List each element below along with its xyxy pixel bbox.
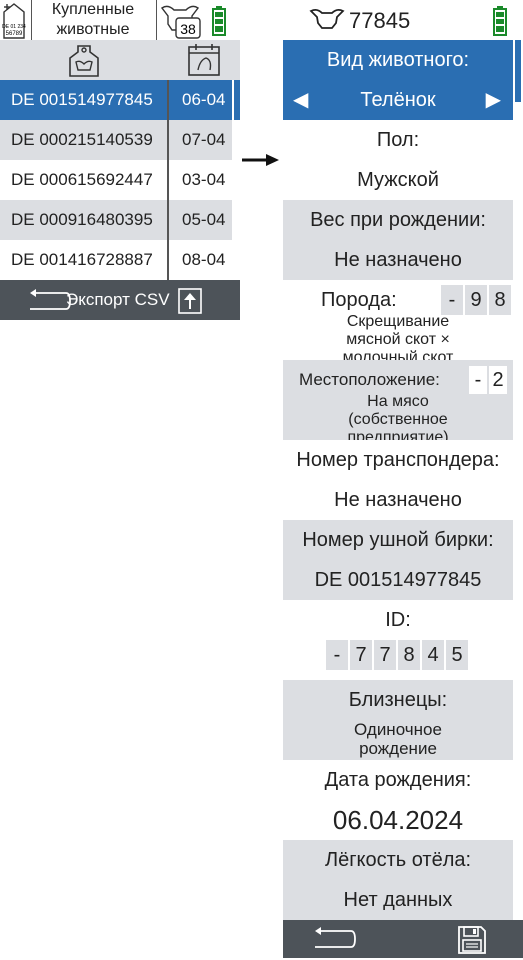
twins-field[interactable]: Близнецы: Одиночное рождение (283, 680, 513, 760)
id-field[interactable]: ID: -77845 (283, 600, 513, 680)
birth-date-field[interactable]: Дата рождения: 06.04.2024 (283, 760, 513, 840)
twins-value: Одиночное рождение (283, 720, 513, 758)
list-row[interactable]: DE 000215140539 07-04 (0, 120, 232, 160)
list-row[interactable]: DE 000615692447 03-04 (0, 160, 232, 200)
calving-ease-value: Нет данных (343, 889, 453, 911)
breed-field[interactable]: Порода: -98 Скрещивание мясной скот × мо… (283, 280, 513, 360)
row-ear-tag: DE 000615692447 (11, 170, 153, 189)
transponder-field[interactable]: Номер транспондера: Не назначено (283, 440, 513, 520)
ear-tag-column-icon[interactable] (68, 42, 100, 78)
sex-value: Мужской (357, 169, 439, 191)
birth-date-label: Дата рождения: (324, 769, 472, 791)
add-ear-tag-icon[interactable]: DE 01 234 56789 (0, 0, 30, 40)
row-date: 06-04 (182, 90, 226, 109)
animal-type-label: Вид животного: (326, 49, 470, 71)
location-digit: 2 (489, 366, 507, 394)
row-date: 08-04 (182, 250, 226, 269)
breed-text-line: Скрещивание (346, 313, 450, 330)
battery-icon (493, 6, 507, 36)
list-scrollbar[interactable] (234, 80, 240, 120)
row-ear-tag: DE 000916480395 (11, 210, 153, 229)
back-arrow-icon[interactable] (311, 926, 357, 952)
list-row[interactable]: DE 001416728887 08-04 (0, 240, 232, 280)
breed-text-line: мясной скот × (346, 331, 450, 348)
location-digit: - (469, 366, 487, 394)
birth-weight-value: Не назначено (334, 249, 462, 271)
list-row[interactable]: DE 000916480395 05-04 (0, 200, 232, 240)
transition-arrow-icon (240, 150, 280, 170)
breed-digit: - (441, 285, 463, 315)
location-field[interactable]: Местоположение: -2 На мясо (собственное … (283, 360, 513, 440)
breed-digit: 9 (465, 285, 487, 315)
row-date: 03-04 (182, 170, 226, 189)
cow-head-icon (309, 8, 345, 30)
left-footer: Экспорт CSV (0, 280, 240, 320)
location-text-line: (собственное (348, 411, 448, 428)
birth-weight-label: Вес при рождении: (310, 209, 486, 231)
right-status-bar: 77845 (283, 0, 523, 40)
breed-text-line: молочный скот (342, 349, 454, 360)
ear-tag-value: DE 001514977845 (314, 569, 482, 591)
upload-icon[interactable] (178, 288, 202, 314)
list-title[interactable]: Купленные животные (31, 0, 155, 40)
animal-type-value: Телёнок (360, 89, 436, 111)
right-footer (283, 920, 523, 958)
location-text-line: На мясо (367, 393, 429, 410)
row-ear-tag: DE 001416728887 (11, 250, 153, 269)
calving-ease-field[interactable]: Лёгкость отёла: Нет данных (283, 840, 513, 920)
list-row[interactable]: DE 001514977845 06-04 (0, 80, 232, 120)
left-header: DE 01 234 56789 Купленные животные 38 (0, 0, 240, 40)
id-digit: 7 (374, 640, 396, 670)
location-description: На мясо (собственное предприятие) (283, 393, 513, 440)
twins-value-line: Одиночное (354, 720, 442, 739)
date-column-icon[interactable] (186, 42, 222, 78)
list-title-line2: животные (56, 21, 130, 38)
id-digit: 4 (422, 640, 444, 670)
breed-label: Порода: (321, 289, 397, 311)
location-label: Местоположение: (299, 370, 440, 389)
battery-icon (212, 6, 226, 36)
status-animal-id: 77845 (349, 8, 411, 33)
birth-weight-field[interactable]: Вес при рождении: Не назначено (283, 200, 513, 280)
form-scrollbar[interactable] (515, 40, 521, 102)
id-digit: 7 (350, 640, 372, 670)
next-arrow-icon[interactable]: ▶ (486, 80, 501, 120)
transponder-label: Номер транспондера: (296, 449, 500, 471)
list-title-line1: Купленные (51, 1, 135, 18)
id-digit: 5 (446, 640, 468, 670)
breed-description: Скрещивание мясной скот × молочный скот (283, 313, 513, 360)
previous-arrow-icon[interactable]: ◀ (293, 80, 308, 120)
row-date: 05-04 (182, 210, 226, 229)
export-csv-label[interactable]: Экспорт CSV (66, 280, 170, 320)
tag-icon-text-bottom: 56789 (6, 31, 23, 37)
sex-field[interactable]: Пол: Мужской (283, 120, 513, 200)
ear-tag-field[interactable]: Номер ушной бирки: DE 001514977845 (283, 520, 513, 600)
id-digit: - (326, 640, 348, 670)
tag-icon-text-top: DE 01 234 (2, 24, 26, 30)
sex-label: Пол: (376, 129, 420, 151)
twins-label: Близнецы: (348, 689, 448, 711)
id-label: ID: (385, 609, 411, 631)
transponder-value: Не назначено (334, 489, 462, 511)
cow-count-icon: 38 (158, 0, 202, 40)
row-ear-tag: DE 001514977845 (11, 90, 153, 109)
birth-date-value: 06.04.2024 (332, 805, 464, 835)
save-icon[interactable] (457, 925, 487, 955)
cow-count-value: 38 (180, 21, 196, 37)
calving-ease-label: Лёгкость отёла: (324, 849, 472, 871)
location-code-input[interactable]: -2 (467, 366, 507, 394)
ear-tag-label: Номер ушной бирки: (302, 529, 494, 551)
id-digit: 8 (398, 640, 420, 670)
list-column-header (0, 40, 240, 80)
row-date: 07-04 (182, 130, 226, 149)
id-digit-input[interactable]: -77845 (283, 640, 513, 680)
breed-code-input[interactable]: -98 (441, 285, 513, 315)
twins-value-line: рождение (359, 739, 437, 758)
animal-type-selector[interactable]: Вид животного: ◀ Телёнок ▶ (283, 40, 513, 120)
location-text-line: предприятие) (347, 429, 449, 440)
column-divider (167, 80, 169, 280)
breed-digit: 8 (489, 285, 511, 315)
row-ear-tag: DE 000215140539 (11, 130, 153, 149)
